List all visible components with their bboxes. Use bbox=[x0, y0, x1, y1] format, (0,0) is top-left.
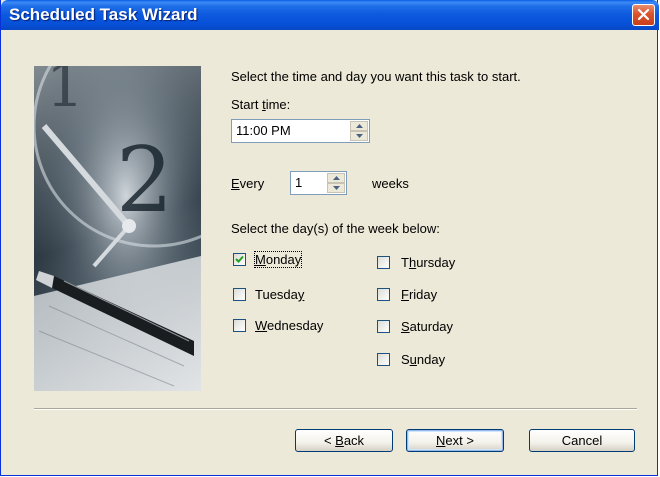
sunday-label[interactable]: Sunday bbox=[401, 352, 445, 367]
arrow-up-icon bbox=[332, 176, 340, 180]
wizard-clock-pen-image: 2 1 bbox=[34, 66, 201, 391]
monday-checkbox[interactable] bbox=[233, 253, 246, 266]
every-weeks-spin-buttons bbox=[327, 173, 345, 193]
title-bar[interactable]: Scheduled Task Wizard bbox=[1, 0, 659, 30]
cancel-button[interactable]: Cancel bbox=[529, 429, 635, 452]
every-weeks-up-button[interactable] bbox=[327, 173, 345, 183]
thursday-label[interactable]: Thursday bbox=[401, 255, 455, 270]
every-weeks-down-button[interactable] bbox=[327, 183, 345, 193]
next-button[interactable]: Next > bbox=[406, 429, 504, 452]
close-icon bbox=[637, 8, 650, 21]
thursday-checkbox[interactable] bbox=[377, 256, 390, 269]
friday-checkbox[interactable] bbox=[377, 288, 390, 301]
saturday-label[interactable]: Saturday bbox=[401, 319, 453, 334]
days-prompt: Select the day(s) of the week below: bbox=[231, 221, 440, 236]
saturday-checkbox[interactable] bbox=[377, 320, 390, 333]
start-time-up-button[interactable] bbox=[350, 121, 368, 131]
back-button[interactable]: < Back bbox=[295, 429, 393, 452]
svg-text:1: 1 bbox=[46, 66, 84, 121]
every-weeks-spinner[interactable]: 1 bbox=[290, 171, 347, 195]
start-time-value[interactable]: 11:00 PM bbox=[236, 123, 291, 138]
window-title: Scheduled Task Wizard bbox=[9, 5, 198, 24]
monday-label[interactable]: Monday bbox=[253, 251, 303, 268]
wizard-window: Scheduled Task Wizard 2 1 Select the tim… bbox=[0, 0, 659, 476]
tuesday-checkbox[interactable] bbox=[233, 288, 246, 301]
footer-separator bbox=[34, 408, 637, 410]
arrow-down-icon bbox=[332, 186, 340, 190]
every-weeks-value[interactable]: 1 bbox=[295, 175, 302, 190]
friday-label[interactable]: Friday bbox=[401, 287, 437, 302]
arrow-down-icon bbox=[355, 134, 363, 138]
start-time-label: Start time: bbox=[231, 97, 291, 112]
sunday-checkbox[interactable] bbox=[377, 353, 390, 366]
wednesday-checkbox[interactable] bbox=[233, 319, 246, 332]
start-time-down-button[interactable] bbox=[350, 131, 368, 141]
start-time-spin-buttons bbox=[350, 121, 368, 141]
checkmark-icon bbox=[235, 255, 244, 263]
intro-text: Select the time and day you want this ta… bbox=[231, 69, 521, 84]
tuesday-label[interactable]: Tuesday bbox=[255, 287, 304, 302]
weeks-unit-label: weeks bbox=[372, 176, 409, 191]
wednesday-label[interactable]: Wednesday bbox=[255, 318, 323, 333]
close-button[interactable] bbox=[632, 4, 655, 26]
arrow-up-icon bbox=[355, 124, 363, 128]
every-label: Every bbox=[231, 176, 265, 191]
start-time-spinner[interactable]: 11:00 PM bbox=[231, 119, 370, 143]
